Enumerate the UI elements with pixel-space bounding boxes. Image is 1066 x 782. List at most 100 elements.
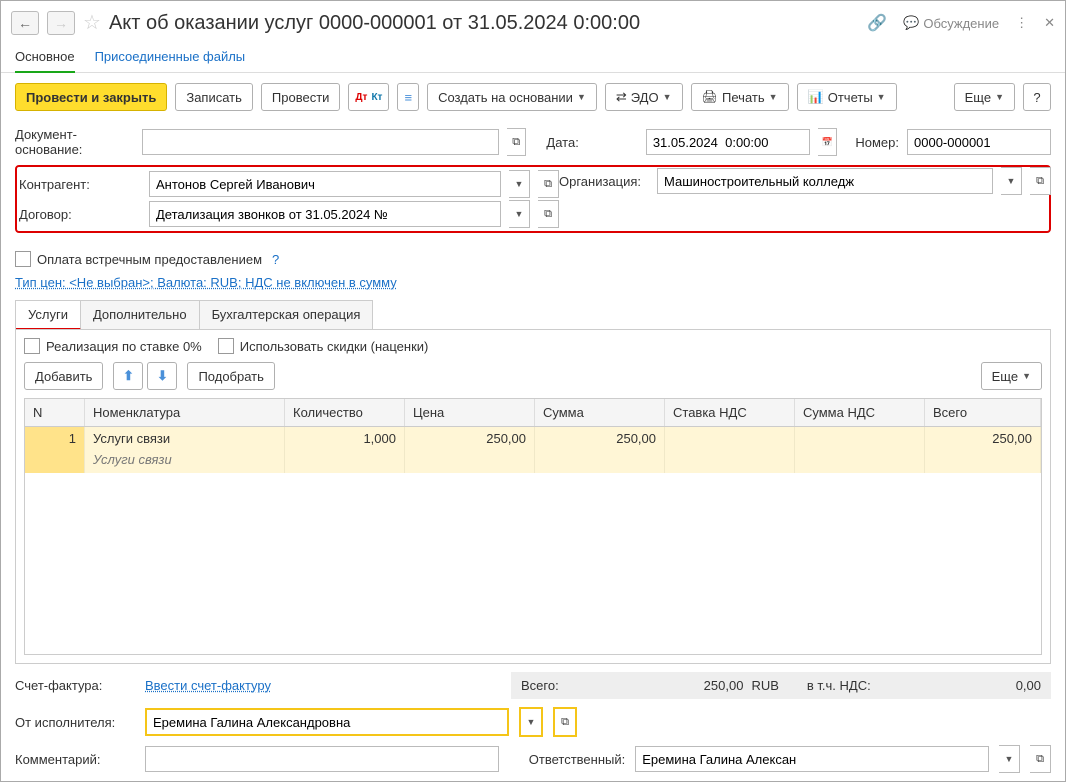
counterparty-label: Контрагент: bbox=[19, 177, 141, 192]
subtab-accounting[interactable]: Бухгалтерская операция bbox=[200, 301, 373, 329]
enter-invoice-link[interactable]: Ввести счет-фактуру bbox=[145, 678, 271, 693]
date-calendar-button[interactable]: 📅 bbox=[818, 128, 838, 156]
vat-label: в т.ч. НДС: bbox=[807, 678, 871, 693]
contract-label: Договор: bbox=[19, 207, 141, 222]
counter-payment-label: Оплата встречным предоставлением bbox=[37, 252, 262, 267]
post-and-close-button[interactable]: Провести и закрыть bbox=[15, 83, 167, 111]
invoice-label: Счет-фактура: bbox=[15, 678, 135, 693]
cell-price[interactable]: 250,00 bbox=[405, 427, 535, 450]
col-quantity[interactable]: Количество bbox=[285, 399, 405, 426]
add-row-button[interactable]: Добавить bbox=[24, 362, 103, 390]
zero-rate-label: Реализация по ставке 0% bbox=[46, 339, 202, 354]
contract-dropdown-button[interactable]: ▼ bbox=[509, 200, 530, 228]
post-button[interactable]: Провести bbox=[261, 83, 341, 111]
print-button[interactable]: 🖨Печать▼ bbox=[691, 83, 789, 111]
total-value: 250,00 bbox=[704, 678, 744, 693]
table-row[interactable]: 1 Услуги связи 1,000 250,00 250,00 250,0… bbox=[25, 427, 1041, 450]
currency-label: RUB bbox=[751, 678, 778, 693]
zero-rate-checkbox[interactable] bbox=[24, 338, 40, 354]
comment-input[interactable] bbox=[145, 746, 499, 772]
print-label: Печать bbox=[722, 90, 765, 105]
counter-payment-checkbox[interactable] bbox=[15, 251, 31, 267]
cell-n[interactable]: 1 bbox=[25, 427, 85, 450]
price-type-link[interactable]: Тип цен: <Не выбран>; Валюта: RUB; НДС н… bbox=[1, 271, 1065, 294]
favorite-star-icon[interactable]: ☆ bbox=[83, 13, 101, 33]
org-dropdown-button[interactable]: ▼ bbox=[1001, 167, 1022, 195]
cell-nomenclature-sub: Услуги связи bbox=[85, 450, 285, 473]
use-discounts-checkbox[interactable] bbox=[218, 338, 234, 354]
kebab-menu-icon[interactable]: ⋮ bbox=[1015, 15, 1028, 31]
nav-forward-button[interactable]: → bbox=[47, 11, 75, 35]
counterparty-input[interactable] bbox=[149, 171, 501, 197]
more-button[interactable]: Еще▼ bbox=[954, 83, 1015, 111]
col-price[interactable]: Цена bbox=[405, 399, 535, 426]
cell-sum[interactable]: 250,00 bbox=[535, 427, 665, 450]
discussion-button[interactable]: 💬 Обсуждение bbox=[903, 15, 999, 31]
doc-base-label: Документ-основание: bbox=[15, 127, 134, 157]
col-nomenclature[interactable]: Номенклатура bbox=[85, 399, 285, 426]
edo-label: ЭДО bbox=[631, 90, 659, 105]
from-executor-open-button[interactable]: ⧉ bbox=[553, 707, 577, 737]
reports-button[interactable]: 📊Отчеты▼ bbox=[797, 83, 897, 111]
responsible-open-button[interactable]: ⧉ bbox=[1030, 745, 1051, 773]
org-input[interactable] bbox=[657, 168, 993, 194]
grid-more-button[interactable]: Еще▼ bbox=[981, 362, 1042, 390]
close-icon[interactable]: ✕ bbox=[1044, 15, 1055, 31]
vat-value: 0,00 bbox=[1016, 678, 1041, 693]
table-row-sub: Услуги связи bbox=[25, 450, 1041, 473]
cell-vat-rate[interactable] bbox=[665, 427, 795, 450]
org-open-button[interactable]: ⧉ bbox=[1030, 167, 1051, 195]
list-icon-button[interactable]: ≡ bbox=[397, 83, 419, 111]
cell-quantity[interactable]: 1,000 bbox=[285, 427, 405, 450]
from-executor-input[interactable] bbox=[145, 708, 509, 736]
counterparty-dropdown-button[interactable]: ▼ bbox=[509, 170, 530, 198]
save-button[interactable]: Записать bbox=[175, 83, 253, 111]
responsible-dropdown-button[interactable]: ▼ bbox=[999, 745, 1020, 773]
doc-base-open-button[interactable]: ⧉ bbox=[507, 128, 527, 156]
tab-main[interactable]: Основное bbox=[15, 43, 75, 72]
move-down-button[interactable]: ⬇ bbox=[147, 362, 177, 390]
cell-vat-sum[interactable] bbox=[795, 427, 925, 450]
move-up-button[interactable]: ⬆ bbox=[113, 362, 143, 390]
create-based-label: Создать на основании bbox=[438, 90, 573, 105]
col-vat-sum[interactable]: Сумма НДС bbox=[795, 399, 925, 426]
col-total[interactable]: Всего bbox=[925, 399, 1041, 426]
number-input[interactable] bbox=[907, 129, 1051, 155]
col-sum[interactable]: Сумма bbox=[535, 399, 665, 426]
col-vat-rate[interactable]: Ставка НДС bbox=[665, 399, 795, 426]
help-button[interactable]: ? bbox=[1023, 83, 1051, 111]
nav-back-button[interactable]: ← bbox=[11, 11, 39, 35]
org-label: Организация: bbox=[559, 174, 649, 189]
page-title: Акт об оказании услуг 0000-000001 от 31.… bbox=[109, 12, 859, 35]
date-input[interactable] bbox=[646, 129, 810, 155]
subtab-services[interactable]: Услуги bbox=[16, 301, 81, 330]
from-executor-label: От исполнителя: bbox=[15, 715, 135, 730]
create-based-button[interactable]: Создать на основании▼ bbox=[427, 83, 597, 111]
dt-kt-button[interactable]: ДтКт bbox=[348, 83, 389, 111]
more-label: Еще bbox=[965, 90, 991, 105]
cell-nomenclature[interactable]: Услуги связи bbox=[85, 427, 285, 450]
edo-icon: ⇄ bbox=[616, 89, 627, 105]
printer-icon: 🖨 bbox=[702, 89, 719, 105]
total-label: Всего: bbox=[521, 678, 559, 693]
link-icon[interactable]: 🔗 bbox=[867, 13, 887, 33]
col-n[interactable]: N bbox=[25, 399, 85, 426]
contract-input[interactable] bbox=[149, 201, 501, 227]
cell-total[interactable]: 250,00 bbox=[925, 427, 1041, 450]
subtab-additional[interactable]: Дополнительно bbox=[81, 301, 200, 329]
from-executor-dropdown-button[interactable]: ▼ bbox=[519, 707, 543, 737]
tab-attached-files[interactable]: Присоединенные файлы bbox=[95, 43, 246, 72]
help-hint-icon[interactable]: ? bbox=[272, 252, 279, 267]
pick-button[interactable]: Подобрать bbox=[187, 362, 274, 390]
doc-base-input[interactable] bbox=[142, 129, 499, 155]
counterparty-open-button[interactable]: ⧉ bbox=[538, 170, 559, 198]
chart-icon: 📊 bbox=[808, 89, 824, 105]
use-discounts-label: Использовать скидки (наценки) bbox=[240, 339, 429, 354]
contract-open-button[interactable]: ⧉ bbox=[538, 200, 559, 228]
discussion-label: Обсуждение bbox=[923, 16, 999, 31]
services-grid[interactable]: N Номенклатура Количество Цена Сумма Ста… bbox=[24, 398, 1042, 655]
edo-button[interactable]: ⇄ЭДО▼ bbox=[605, 83, 683, 111]
reports-label: Отчеты bbox=[828, 90, 873, 105]
responsible-input[interactable] bbox=[635, 746, 989, 772]
responsible-label: Ответственный: bbox=[529, 752, 625, 767]
